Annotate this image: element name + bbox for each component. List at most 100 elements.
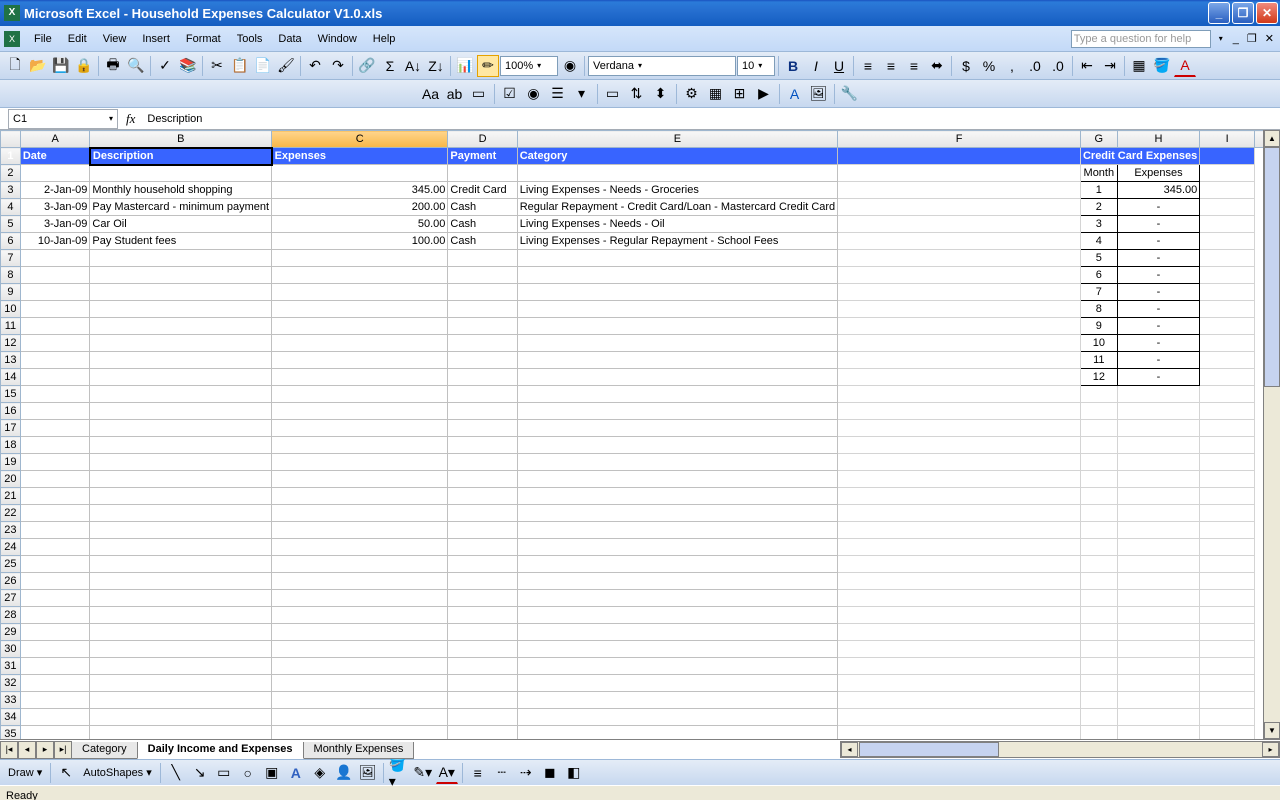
cell[interactable] xyxy=(517,267,837,284)
next-sheet-button[interactable]: ▸ xyxy=(36,741,54,759)
cell[interactable] xyxy=(838,641,1081,658)
cell[interactable] xyxy=(838,607,1081,624)
row-header-33[interactable]: 33 xyxy=(1,692,21,709)
cell[interactable] xyxy=(90,471,272,488)
cut-icon[interactable]: ✂ xyxy=(206,55,228,77)
textbox-icon[interactable]: ▣ xyxy=(261,762,283,784)
cell[interactable] xyxy=(272,726,448,740)
cell[interactable] xyxy=(517,675,837,692)
cell[interactable] xyxy=(517,437,837,454)
col-header-H[interactable]: H xyxy=(1117,131,1200,148)
cell[interactable] xyxy=(272,573,448,590)
line-style-icon[interactable]: ≡ xyxy=(467,762,489,784)
select-all-cell[interactable] xyxy=(1,131,21,148)
code-icon[interactable]: ▦ xyxy=(705,83,727,105)
cell[interactable] xyxy=(1200,658,1255,675)
cell[interactable] xyxy=(1200,216,1255,233)
paste-icon[interactable]: 📄 xyxy=(252,55,274,77)
cell[interactable]: 8 xyxy=(1080,301,1117,318)
cell[interactable] xyxy=(1200,641,1255,658)
cell[interactable] xyxy=(448,590,517,607)
cell[interactable] xyxy=(517,301,837,318)
cell[interactable] xyxy=(448,386,517,403)
cell[interactable] xyxy=(517,165,837,182)
cell[interactable] xyxy=(838,437,1081,454)
cell[interactable]: 11 xyxy=(1080,352,1117,369)
row-header-21[interactable]: 21 xyxy=(1,488,21,505)
menu-insert[interactable]: Insert xyxy=(134,31,178,47)
cell[interactable] xyxy=(517,658,837,675)
button-control-icon[interactable]: ▭ xyxy=(602,83,624,105)
scroll-thumb[interactable] xyxy=(1264,147,1280,387)
cell[interactable] xyxy=(272,709,448,726)
cell[interactable] xyxy=(1117,641,1200,658)
cell[interactable] xyxy=(1117,556,1200,573)
row-header-26[interactable]: 26 xyxy=(1,573,21,590)
cell[interactable] xyxy=(90,267,272,284)
cell[interactable] xyxy=(20,454,90,471)
cell[interactable] xyxy=(90,488,272,505)
cell[interactable]: 3-Jan-09 xyxy=(20,199,90,216)
cell[interactable] xyxy=(448,335,517,352)
cell[interactable] xyxy=(1117,420,1200,437)
cell[interactable] xyxy=(20,573,90,590)
name-box[interactable]: C1▾ xyxy=(8,109,118,129)
cell[interactable] xyxy=(90,556,272,573)
row-header-9[interactable]: 9 xyxy=(1,284,21,301)
cell[interactable] xyxy=(838,233,1081,250)
cell[interactable] xyxy=(1117,675,1200,692)
cell[interactable]: Description xyxy=(90,148,272,165)
scroll-up-icon[interactable]: ▲ xyxy=(1264,130,1280,147)
cell[interactable] xyxy=(90,607,272,624)
cell[interactable] xyxy=(272,607,448,624)
row-header-16[interactable]: 16 xyxy=(1,403,21,420)
cell[interactable]: 9 xyxy=(1080,318,1117,335)
cell[interactable] xyxy=(1117,590,1200,607)
cell[interactable] xyxy=(517,522,837,539)
cell[interactable]: Living Expenses - Needs - Oil xyxy=(517,216,837,233)
row-header-30[interactable]: 30 xyxy=(1,641,21,658)
cell[interactable] xyxy=(1080,641,1117,658)
currency-icon[interactable]: $ xyxy=(955,55,977,77)
cell[interactable] xyxy=(272,641,448,658)
cell[interactable] xyxy=(90,352,272,369)
cell[interactable] xyxy=(448,692,517,709)
col-header-B[interactable]: B xyxy=(90,131,272,148)
cell[interactable] xyxy=(1200,624,1255,641)
row-header-22[interactable]: 22 xyxy=(1,505,21,522)
cell[interactable] xyxy=(1117,437,1200,454)
cell[interactable] xyxy=(1200,233,1255,250)
cell[interactable]: Car Oil xyxy=(90,216,272,233)
cell[interactable] xyxy=(448,658,517,675)
cell[interactable] xyxy=(517,709,837,726)
cell[interactable] xyxy=(1200,471,1255,488)
cell[interactable] xyxy=(90,658,272,675)
cell[interactable]: - xyxy=(1117,284,1200,301)
cell[interactable] xyxy=(838,454,1081,471)
cell[interactable] xyxy=(90,692,272,709)
cell[interactable] xyxy=(517,352,837,369)
cell[interactable]: 2-Jan-09 xyxy=(20,182,90,199)
cell[interactable] xyxy=(1117,607,1200,624)
sort-desc-icon[interactable]: Z↓ xyxy=(425,55,447,77)
cell[interactable] xyxy=(90,437,272,454)
cell[interactable] xyxy=(448,471,517,488)
cell[interactable] xyxy=(272,335,448,352)
cell[interactable]: - xyxy=(1117,369,1200,386)
merge-center-icon[interactable]: ⬌ xyxy=(926,55,948,77)
menu-format[interactable]: Format xyxy=(178,31,229,47)
cell[interactable]: - xyxy=(1117,335,1200,352)
cell[interactable] xyxy=(838,199,1081,216)
cell[interactable] xyxy=(1200,386,1255,403)
row-header-32[interactable]: 32 xyxy=(1,675,21,692)
cell[interactable] xyxy=(20,335,90,352)
row-header-15[interactable]: 15 xyxy=(1,386,21,403)
col-header-E[interactable]: E xyxy=(517,131,837,148)
cell[interactable]: - xyxy=(1117,352,1200,369)
cell[interactable] xyxy=(448,284,517,301)
line-icon[interactable]: ╲ xyxy=(165,762,187,784)
draw-menu[interactable]: Draw ▾ xyxy=(4,766,46,779)
cell[interactable] xyxy=(838,573,1081,590)
cell[interactable] xyxy=(1200,199,1255,216)
cell[interactable]: 12 xyxy=(1080,369,1117,386)
